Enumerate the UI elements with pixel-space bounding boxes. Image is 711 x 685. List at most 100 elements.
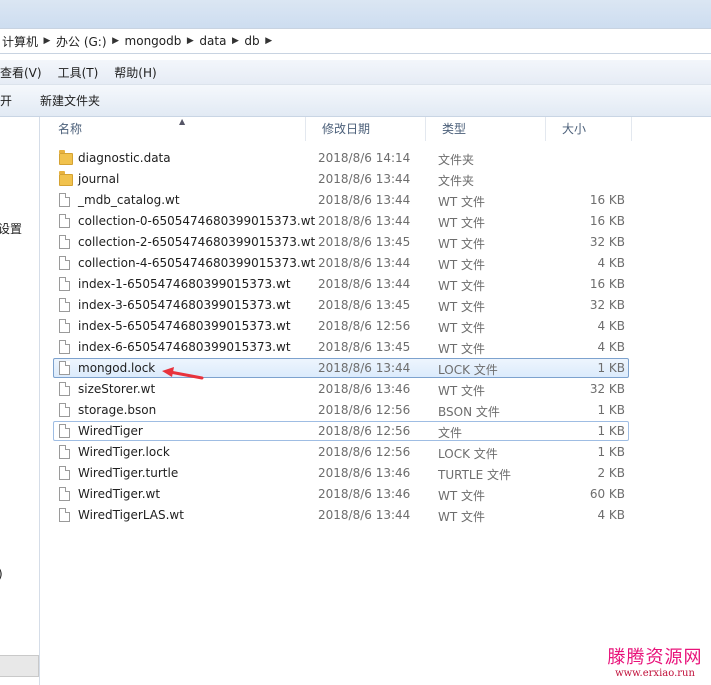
navigation-pane[interactable]: 设置 ) [0,117,40,685]
file-size: 4 KB [597,319,625,333]
file-date: 2018/8/6 13:44 [318,508,411,522]
file-type: WT 文件 [438,489,486,503]
file-size: 4 KB [597,256,625,270]
file-icon [59,508,73,523]
nav-item-partial[interactable]: ) [0,567,3,581]
breadcrumb-chevron-icon[interactable]: ▶ [109,36,123,46]
nav-scrollbar-thumb[interactable] [0,655,39,677]
file-size: 1 KB [597,403,625,417]
file-row[interactable]: mongod.lock 2018/8/6 13:44 LOCK 文件 1 KB [53,358,629,378]
file-date: 2018/8/6 13:44 [318,277,411,291]
watermark-title: 滕腾资源网 [607,647,703,668]
file-icon [59,382,73,397]
breadcrumb-drive[interactable]: 办公 (G:) [54,33,109,50]
open-button[interactable]: 开 [0,92,12,109]
file-row[interactable]: WiredTiger.turtle 2018/8/6 13:46 TURTLE 文件… [53,463,629,483]
breadcrumb-mongodb[interactable]: mongodb [123,34,184,48]
file-name: WiredTiger.lock [78,445,170,459]
file-row[interactable]: index-3-6505474680399015373.wt 2018/8/6 1… [53,295,629,315]
file-row[interactable]: WiredTiger 2018/8/6 12:56 文件 1 KB [53,421,629,441]
breadcrumb-chevron-icon[interactable]: ▶ [40,36,54,46]
file-size: 32 KB [589,382,625,396]
file-type: WT 文件 [438,195,486,209]
file-row[interactable]: collection-4-6505474680399015373.wt 2018/… [53,253,629,273]
file-row[interactable]: index-5-6505474680399015373.wt 2018/8/6 1… [53,316,629,336]
file-row[interactable]: storage.bson 2018/8/6 12:56 BSON 文件 1 KB [53,400,629,420]
file-date: 2018/8/6 13:46 [318,382,411,396]
file-row[interactable]: index-1-6505474680399015373.wt 2018/8/6 1… [53,274,629,294]
breadcrumb-computer[interactable]: 计算机 [0,33,40,50]
file-name: index-3-6505474680399015373.wt [78,298,291,312]
file-name: diagnostic.data [78,151,171,165]
file-date: 2018/8/6 13:44 [318,172,411,186]
file-date: 2018/8/6 13:44 [318,256,411,270]
file-date: 2018/8/6 13:46 [318,487,411,501]
watermark: 滕腾资源网 www.erxiao.run [603,648,707,682]
file-name: index-1-6505474680399015373.wt [78,277,291,291]
file-date: 2018/8/6 13:45 [318,298,411,312]
column-header-name[interactable]: 名称 [42,117,306,141]
file-icon [59,256,73,271]
breadcrumb-db[interactable]: db [242,34,261,48]
file-size: 16 KB [589,193,625,207]
breadcrumb-data[interactable]: data [197,34,228,48]
file-date: 2018/8/6 12:56 [318,319,411,333]
file-date: 2018/8/6 12:56 [318,403,411,417]
menu-bar: 查看(V) 工具(T) 帮助(H) [0,60,711,85]
file-icon [59,298,73,313]
file-name: index-6-6505474680399015373.wt [78,340,291,354]
file-type: 文件 [438,426,463,440]
file-icon [59,193,73,208]
file-row[interactable]: WiredTiger.wt 2018/8/6 13:46 WT 文件 60 KB [53,484,629,504]
file-size: 32 KB [589,235,625,249]
watermark-url: www.erxiao.run [615,668,695,679]
file-name: index-5-6505474680399015373.wt [78,319,291,333]
file-size: 32 KB [589,298,625,312]
file-name: mongod.lock [78,361,156,375]
file-name: WiredTiger.turtle [78,466,179,480]
file-row[interactable]: journal 2018/8/6 13:44 文件夹 [53,169,629,189]
file-name: collection-0-6505474680399015373.wt [78,214,316,228]
file-name: sizeStorer.wt [78,382,156,396]
breadcrumb-chevron-icon[interactable]: ▶ [228,36,242,46]
command-bar: 开 新建文件夹 [0,85,711,117]
file-row[interactable]: index-6-6505474680399015373.wt 2018/8/6 1… [53,337,629,357]
column-header-size[interactable]: 大小 [546,117,632,141]
column-label-date: 修改日期 [322,122,371,136]
breadcrumb-chevron-icon[interactable]: ▶ [262,36,276,46]
file-type: WT 文件 [438,279,486,293]
folder-icon [59,150,73,166]
file-type: BSON 文件 [438,405,500,419]
menu-help[interactable]: 帮助(H) [114,64,156,81]
column-header-type[interactable]: 类型 [426,117,546,141]
file-type: WT 文件 [438,300,486,314]
file-name: collection-2-6505474680399015373.wt [78,235,316,249]
file-date: 2018/8/6 13:44 [318,214,411,228]
file-type: TURTLE 文件 [438,468,511,482]
breadcrumb-chevron-icon[interactable]: ▶ [183,36,197,46]
column-header-date[interactable]: 修改日期 [306,117,426,141]
file-type: LOCK 文件 [438,363,498,377]
file-icon [59,235,73,250]
file-row[interactable]: sizeStorer.wt 2018/8/6 13:46 WT 文件 32 KB [53,379,629,399]
file-date: 2018/8/6 13:44 [318,193,411,207]
menu-tools[interactable]: 工具(T) [58,64,99,81]
file-size: 16 KB [589,214,625,228]
file-type: WT 文件 [438,321,486,335]
file-row[interactable]: collection-0-6505474680399015373.wt 2018/… [53,211,629,231]
file-row[interactable]: collection-2-6505474680399015373.wt 2018/… [53,232,629,252]
address-bar[interactable]: 计算机 ▶ 办公 (G:) ▶ mongodb ▶ data ▶ db ▶ [0,28,711,54]
file-icon [59,403,73,418]
nav-item-settings[interactable]: 设置 [0,220,22,237]
file-row[interactable]: _mdb_catalog.wt 2018/8/6 13:44 WT 文件 16 KB [53,190,629,210]
file-row[interactable]: diagnostic.data 2018/8/6 14:14 文件夹 [53,148,629,168]
file-type: 文件夹 [438,174,475,188]
file-row[interactable]: WiredTiger.lock 2018/8/6 12:56 LOCK 文件 1 KB [53,442,629,462]
file-size: 2 KB [597,466,625,480]
menu-view[interactable]: 查看(V) [0,64,42,81]
new-folder-button[interactable]: 新建文件夹 [40,92,100,109]
file-row[interactable]: WiredTigerLAS.wt 2018/8/6 13:44 WT 文件 4 KB [53,505,629,525]
file-date: 2018/8/6 12:56 [318,424,411,438]
file-size: 1 KB [597,424,625,438]
file-name: WiredTiger [78,424,143,438]
